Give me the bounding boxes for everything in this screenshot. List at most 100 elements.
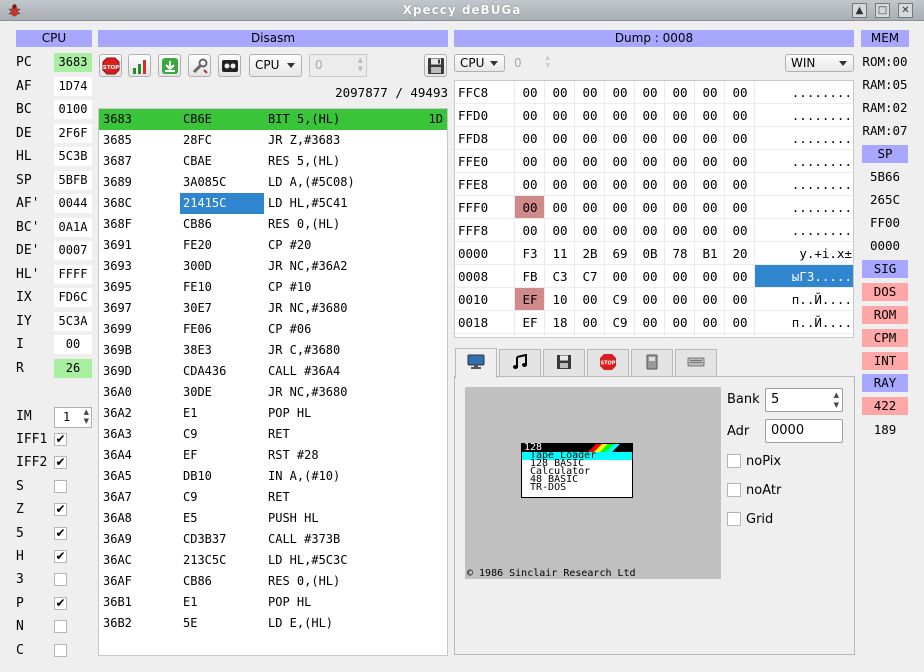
dump-byte[interactable]: 00 bbox=[635, 288, 665, 310]
dump-byte[interactable]: 00 bbox=[725, 265, 755, 287]
dump-text[interactable]: ........ bbox=[755, 173, 853, 195]
dump-byte[interactable]: 00 bbox=[725, 288, 755, 310]
flag-checkbox[interactable] bbox=[54, 479, 67, 493]
disasm-row[interactable]: 369B 38E3 JR C,#3680 bbox=[99, 340, 447, 361]
dump-byte[interactable]: 00 bbox=[725, 196, 755, 218]
dump-byte[interactable]: 11 bbox=[545, 242, 575, 264]
dump-byte[interactable]: FB bbox=[515, 265, 545, 287]
dump-cpu-select[interactable]: CPU bbox=[454, 54, 505, 72]
close-button[interactable]: ✕ bbox=[898, 3, 913, 18]
dump-byte[interactable]: 00 bbox=[695, 288, 725, 310]
disasm-table[interactable]: 3683 CB6E BIT 5,(HL) 1D 3685 28FC JR Z,#3683 36… bbox=[98, 108, 448, 656]
disasm-row[interactable]: 368C 21415C LD HL,#5C41 bbox=[99, 193, 447, 214]
dump-byte[interactable]: 00 bbox=[665, 311, 695, 333]
dump-text[interactable]: ........ bbox=[755, 127, 853, 149]
register-value[interactable]: 5C3B bbox=[54, 147, 92, 166]
dump-byte[interactable]: 00 bbox=[665, 196, 695, 218]
dump-byte[interactable]: 18 bbox=[545, 311, 575, 333]
register-value[interactable]: 0044 bbox=[54, 194, 92, 213]
scroll-up-icon[interactable]: ▲ bbox=[852, 3, 867, 18]
dump-byte[interactable]: 00 bbox=[515, 81, 545, 103]
register-value[interactable]: 2F6F bbox=[54, 123, 92, 143]
dump-byte[interactable]: 00 bbox=[695, 81, 725, 103]
codepage-select[interactable]: WIN bbox=[785, 54, 854, 72]
disasm-row[interactable]: 3695 FE10 CP #10 bbox=[99, 277, 447, 298]
dump-byte[interactable]: 00 bbox=[725, 311, 755, 333]
flag-checkbox[interactable]: ✔ bbox=[54, 433, 67, 446]
disasm-spinbox[interactable]: 0 ▲ ▼ bbox=[309, 54, 367, 77]
dump-byte[interactable]: 00 bbox=[725, 173, 755, 195]
flag-checkbox[interactable] bbox=[54, 643, 67, 657]
dump-byte[interactable]: 00 bbox=[695, 173, 725, 195]
dump-byte[interactable]: 10 bbox=[545, 288, 575, 310]
dump-byte[interactable]: 00 bbox=[575, 196, 605, 218]
maximize-button[interactable]: □ bbox=[875, 3, 890, 18]
dump-byte[interactable]: 20 bbox=[725, 242, 755, 264]
dump-byte[interactable]: 00 bbox=[545, 81, 575, 103]
step-into-button[interactable] bbox=[158, 54, 181, 77]
dump-text[interactable]: п..Й.... bbox=[755, 288, 853, 310]
spin-arrows-icon[interactable]: ▲ ▼ bbox=[545, 54, 550, 70]
disasm-row[interactable]: 36A2 E1 POP HL bbox=[99, 403, 447, 424]
disasm-row[interactable]: 3693 300D JR NC,#36A2 bbox=[99, 256, 447, 277]
disasm-row[interactable]: 36A8 E5 PUSH HL bbox=[99, 508, 447, 529]
keyboard-tab[interactable] bbox=[675, 349, 717, 377]
dump-byte[interactable]: 00 bbox=[725, 81, 755, 103]
disasm-row[interactable]: 36B1 E1 POP HL bbox=[99, 592, 447, 613]
music-tab[interactable] bbox=[499, 349, 541, 377]
title-bar[interactable]: Xpeccy deBUGa ▲ □ ✕ bbox=[0, 0, 924, 21]
dump-byte[interactable]: 00 bbox=[665, 265, 695, 287]
dump-byte[interactable]: 00 bbox=[575, 219, 605, 241]
dump-byte[interactable]: 00 bbox=[605, 265, 635, 287]
dump-byte[interactable]: 00 bbox=[665, 173, 695, 195]
dump-byte[interactable]: 00 bbox=[635, 104, 665, 126]
dump-byte[interactable]: 00 bbox=[665, 150, 695, 172]
disasm-row[interactable]: 36AF CB86 RES 0,(HL) bbox=[99, 571, 447, 592]
disasm-row[interactable]: 36A4 EF RST #28 bbox=[99, 445, 447, 466]
dump-spinbox[interactable]: 0 ▲ ▼ bbox=[509, 54, 553, 72]
spin-arrows-icon[interactable]: ▲ ▼ bbox=[84, 408, 89, 426]
disasm-row[interactable]: 368F CB86 RES 0,(HL) bbox=[99, 214, 447, 235]
dump-byte[interactable]: 0B bbox=[635, 242, 665, 264]
stop-button[interactable]: STOP bbox=[99, 54, 122, 77]
dump-byte[interactable]: 69 bbox=[605, 242, 635, 264]
dump-text[interactable]: ыГЗ..... bbox=[755, 265, 853, 287]
memory-dump-table[interactable]: FFC8 00 00 00 00 00 00 00 00........ FFD0 00 00 00 00… bbox=[454, 80, 854, 338]
dump-byte[interactable]: C9 bbox=[605, 288, 635, 310]
dump-byte[interactable]: 00 bbox=[695, 311, 725, 333]
register-value[interactable]: 0007 bbox=[54, 241, 92, 260]
disasm-row[interactable]: 3689 3A085C LD A,(#5C08) bbox=[99, 172, 447, 193]
flag-checkbox[interactable] bbox=[54, 620, 67, 634]
dump-byte[interactable]: 00 bbox=[695, 104, 725, 126]
flag-checkbox[interactable]: ✔ bbox=[54, 550, 67, 563]
disasm-row[interactable]: 3699 FE06 CP #06 bbox=[99, 319, 447, 340]
noatr-checkbox[interactable] bbox=[727, 483, 741, 497]
dump-byte[interactable]: 00 bbox=[545, 104, 575, 126]
dump-byte[interactable]: 78 bbox=[665, 242, 695, 264]
dump-byte[interactable]: 00 bbox=[545, 150, 575, 172]
device-tab[interactable] bbox=[631, 349, 673, 377]
dump-text[interactable]: ........ bbox=[755, 104, 853, 126]
dump-byte[interactable]: 00 bbox=[515, 196, 545, 218]
register-value[interactable]: 00 bbox=[54, 335, 92, 354]
dump-byte[interactable]: 00 bbox=[515, 150, 545, 172]
dump-byte[interactable]: 00 bbox=[635, 265, 665, 287]
dump-byte[interactable]: 00 bbox=[665, 219, 695, 241]
dump-byte[interactable]: 00 bbox=[695, 219, 725, 241]
dump-byte[interactable]: 00 bbox=[575, 104, 605, 126]
tape-button[interactable] bbox=[218, 54, 241, 77]
dump-byte[interactable]: 00 bbox=[545, 219, 575, 241]
flag-checkbox[interactable]: ✔ bbox=[54, 526, 67, 540]
im-spinbox[interactable]: 1 ▲ ▼ bbox=[54, 407, 92, 428]
register-value[interactable]: 1D74 bbox=[54, 76, 92, 96]
disasm-row[interactable]: 3685 28FC JR Z,#3683 bbox=[99, 130, 447, 151]
dump-byte[interactable]: 00 bbox=[635, 81, 665, 103]
disasm-row[interactable]: 36A0 30DE JR NC,#3680 bbox=[99, 382, 447, 403]
dump-byte[interactable]: 00 bbox=[725, 127, 755, 149]
dump-byte[interactable]: 00 bbox=[605, 219, 635, 241]
dump-byte[interactable]: 00 bbox=[515, 219, 545, 241]
dump-byte[interactable]: 00 bbox=[515, 173, 545, 195]
dump-byte[interactable]: 2B bbox=[575, 242, 605, 264]
flag-checkbox[interactable]: ✔ bbox=[54, 503, 67, 517]
save-button[interactable] bbox=[424, 54, 447, 77]
